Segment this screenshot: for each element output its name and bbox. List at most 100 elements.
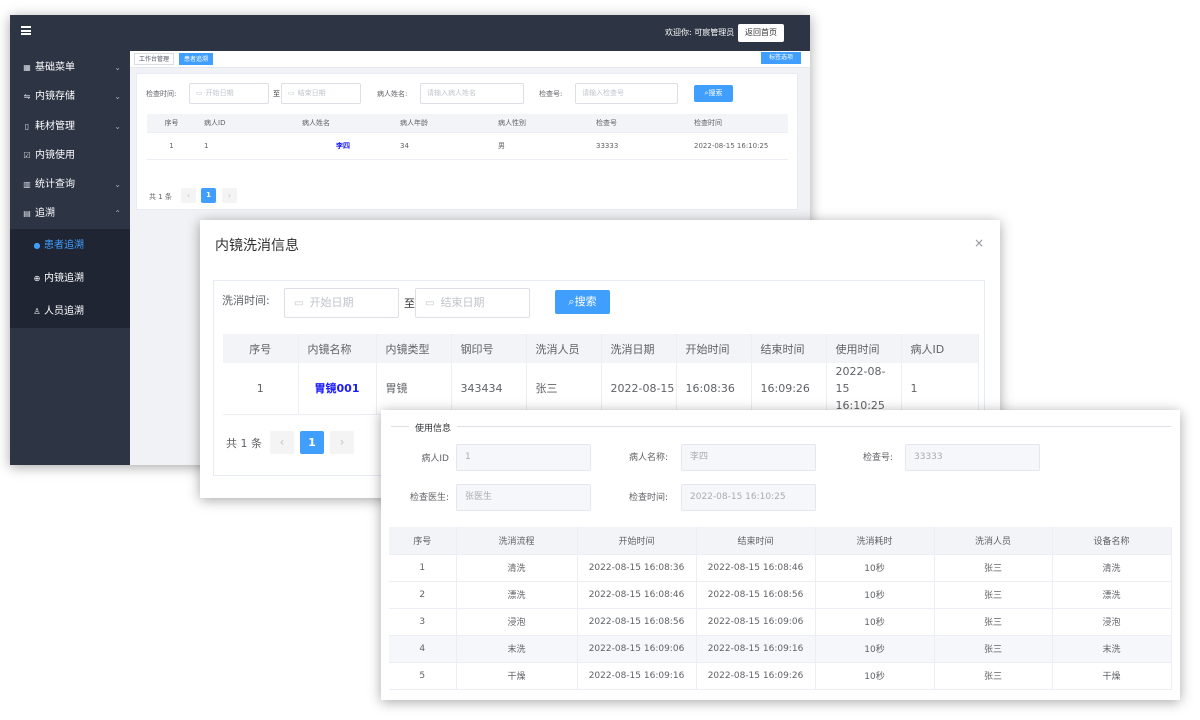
check-no-input[interactable]: 请输入检查号: [575, 83, 678, 104]
cell-start-time: 2022-08-15 16:08:36: [577, 554, 697, 582]
pagination-next-button[interactable]: ›: [330, 431, 354, 454]
col-header-end-time: 结束时间: [696, 527, 816, 555]
wash-end-date-input[interactable]: ▭ 结束日期: [415, 288, 530, 318]
close-icon[interactable]: ×: [974, 236, 984, 250]
patient-name-field: 李四: [681, 444, 816, 471]
search-button[interactable]: ⌕搜索: [694, 85, 733, 102]
patient-trace-panel: 检查时间: ▭ 开始日期 至 ▭ 结束日期 病人姓名: 请输入病人姓名 检查号: 请…: [136, 73, 798, 210]
cell-duration: 10秒: [815, 635, 935, 663]
sidebar-item-statistics[interactable]: ▥ 统计查询 ⌄: [10, 170, 130, 199]
cell-duration: 10秒: [815, 581, 935, 609]
usage-info-panel: 使用信息 病人ID 1 病人名称: 李四 检查号: 33333 检查医生: 张医…: [381, 410, 1180, 700]
cell-end-time: 2022-08-15 16:09:26: [696, 662, 816, 690]
col-header-wash-staff: 洗消人员: [526, 334, 602, 363]
trace-submenu: ● 患者追溯 ⊕ 内镜追溯 ♙ 人员追溯: [10, 228, 130, 328]
cell-device-name: 干燥: [1052, 662, 1172, 690]
search-button[interactable]: ⌕搜索: [555, 290, 610, 314]
sidebar-item-endoscope-storage[interactable]: ⇋ 内镜存储 ⌄: [10, 82, 130, 111]
table-row[interactable]: 1 1 李四 34 男 33333 2022-08-15 16:10:25: [147, 132, 788, 160]
doctor-label: 检查医生:: [409, 493, 449, 503]
table-row[interactable]: 1 胃镜001 胃镜 343434 张三 2022-08-15 16:08:36…: [223, 363, 979, 415]
cell-start-time: 2022-08-15 16:09:06: [577, 635, 697, 663]
cell-wash-process: 干燥: [456, 662, 578, 690]
table-row[interactable]: 5 干燥 2022-08-15 16:09:16 2022-08-15 16:09:2…: [389, 662, 1172, 690]
cell-wash-staff: 张三: [934, 581, 1053, 609]
sidebar-item-label: 统计查询: [35, 179, 75, 191]
col-header-patient-id: 病人ID: [901, 334, 979, 363]
col-header-index: 序号: [389, 527, 457, 555]
date-range-separator: 至: [273, 90, 280, 98]
sidebar-item-label: 追溯: [35, 208, 55, 220]
cell-device-name: 漂洗: [1052, 581, 1172, 609]
cell-wash-date: 2022-08-15: [601, 363, 677, 415]
cell-index: 2: [389, 581, 457, 609]
col-header-stamp-no: 钢印号: [451, 334, 527, 363]
tag-options-button[interactable]: 标签选项: [761, 52, 801, 64]
cell-patient-id: 1: [196, 132, 294, 160]
cell-index: 5: [389, 662, 457, 690]
cell-patient-name: 李四: [294, 132, 392, 160]
document-icon: ▯: [24, 121, 30, 131]
check-end-date-input[interactable]: ▭ 结束日期: [281, 83, 361, 104]
col-header-patient-age: 病人年龄: [392, 114, 490, 133]
wash-start-date-input[interactable]: ▭ 开始日期: [284, 288, 399, 318]
cell-wash-process: 末洗: [456, 635, 578, 663]
patient-table: 序号 病人ID 病人姓名 病人年龄 病人性别 检查号 检查时间 1 1 李四 3…: [147, 114, 788, 160]
cell-endoscope-name: 胃镜001: [298, 363, 377, 415]
patient-name-input[interactable]: 请输入病人姓名: [420, 83, 524, 104]
patient-id-field: 1: [456, 444, 591, 471]
calendar-icon: ▭: [196, 89, 203, 97]
welcome-text: 欢迎你: 可宸管理员: [665, 28, 735, 37]
checkbox-icon: ☑: [23, 150, 31, 160]
sidebar-item-endoscope-usage[interactable]: ☑ 内镜使用: [10, 141, 130, 170]
calendar-icon: ▭: [288, 89, 295, 97]
chevron-up-icon: ⌃: [114, 209, 121, 219]
swap-icon: ⇋: [23, 92, 31, 102]
table-row[interactable]: 2 漂洗 2022-08-15 16:08:46 2022-08-15 16:08:5…: [389, 581, 1172, 609]
table-row[interactable]: 3 浸泡 2022-08-15 16:08:56 2022-08-15 16:09:0…: [389, 608, 1172, 636]
tag-workbench[interactable]: 工作台管理: [134, 53, 175, 65]
chevron-down-icon: ⌄: [114, 63, 121, 72]
check-time-label: 检查时间:: [146, 90, 177, 98]
cell-wash-process: 浸泡: [456, 608, 578, 636]
tag-patient-trace[interactable]: 患者追溯: [179, 53, 214, 65]
sidebar-item-basic-menu[interactable]: ▦ 基础菜单 ⌄: [10, 53, 130, 82]
pagination-page-1[interactable]: 1: [300, 431, 324, 454]
chevron-down-icon: ⌄: [114, 180, 121, 190]
sidebar-item-consumables[interactable]: ▯ 耗材管理 ⌄: [10, 112, 130, 141]
sidebar-item-label: 内镜追溯: [44, 272, 84, 284]
pagination-prev-button[interactable]: ‹: [181, 188, 196, 203]
pagination-page-1[interactable]: 1: [201, 188, 216, 203]
cell-wash-staff: 张三: [934, 662, 1053, 690]
date-range-separator: 至: [404, 297, 415, 310]
pagination-prev-button[interactable]: ‹: [270, 431, 294, 454]
tags-view-bar: 工作台管理 患者追溯 标签选项: [130, 51, 810, 68]
col-header-check-time: 检查时间: [686, 114, 788, 133]
back-home-button[interactable]: 返回首页: [738, 24, 784, 42]
pagination-total: 共 1 条: [149, 193, 172, 201]
check-start-date-input[interactable]: ▭ 开始日期: [189, 83, 269, 104]
cell-index: 3: [389, 608, 457, 636]
plus-circle-icon: ⊕: [33, 273, 41, 283]
pagination-next-button[interactable]: ›: [222, 188, 237, 203]
sidebar-item-patient-trace[interactable]: ● 患者追溯: [10, 229, 130, 262]
hamburger-menu-icon[interactable]: [21, 26, 31, 35]
usage-info-legend: 使用信息: [409, 421, 458, 434]
user-outline-icon: ♙: [33, 306, 41, 316]
check-time-field: 2022-08-15 16:10:25: [681, 484, 816, 511]
check-no-label: 检查号:: [539, 90, 563, 98]
sidebar-item-endoscope-trace[interactable]: ⊕ 内镜追溯: [10, 262, 130, 295]
sidebar-item-staff-trace[interactable]: ♙ 人员追溯: [10, 295, 130, 328]
cell-device-name: 清洗: [1052, 554, 1172, 582]
endoscope-name-link[interactable]: 胃镜001: [315, 382, 360, 395]
table-row[interactable]: 4 末洗 2022-08-15 16:09:06 2022-08-15 16:09:1…: [389, 635, 1172, 663]
sidebar-item-trace[interactable]: ▤ 追溯 ⌃: [10, 199, 130, 228]
chevron-down-icon: ⌄: [114, 92, 121, 102]
cell-stamp-no: 343434: [451, 363, 527, 415]
cell-patient-gender: 男: [490, 132, 588, 160]
cell-end-time: 2022-08-15 16:08:56: [696, 581, 816, 609]
cell-index: 1: [389, 554, 457, 582]
patient-name-link[interactable]: 李四: [336, 142, 350, 150]
sidebar-item-label: 人员追溯: [44, 305, 84, 317]
table-row[interactable]: 1 清洗 2022-08-15 16:08:36 2022-08-15 16:08:4…: [389, 554, 1172, 582]
